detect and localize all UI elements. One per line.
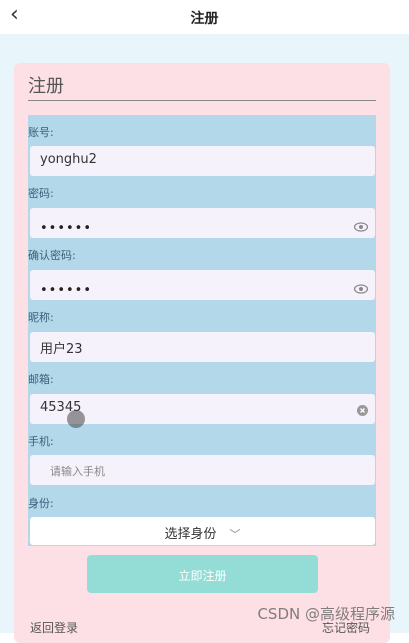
account-input[interactable]: yonghu2	[30, 146, 375, 176]
account-label: 账号:	[28, 126, 54, 139]
page-title: 注册	[190, 11, 219, 27]
phone-label: 手机:	[28, 435, 54, 448]
eye-icon[interactable]	[354, 284, 368, 294]
title-divider	[28, 100, 376, 101]
register-button[interactable]: 立即注册	[87, 555, 318, 593]
register-button-label: 立即注册	[178, 569, 227, 583]
confirm-password-label: 确认密码:	[28, 249, 76, 262]
account-value: yonghu2	[40, 152, 97, 167]
clear-icon[interactable]	[357, 405, 368, 416]
top-nav-bar: ‹ 注册	[0, 0, 409, 34]
eye-icon[interactable]	[354, 222, 368, 232]
confirm-password-value: ••••••	[40, 283, 93, 298]
identity-select-value: 选择身份	[164, 527, 217, 542]
confirm-password-input[interactable]: ••••••	[30, 270, 375, 300]
phone-placeholder: 请输入手机	[50, 465, 105, 478]
email-label: 邮箱:	[28, 373, 54, 386]
chevron-down-icon: ﹀	[229, 528, 241, 541]
nickname-value: 用户23	[40, 342, 83, 357]
touch-cursor-indicator	[67, 410, 85, 428]
card-title: 注册	[28, 76, 64, 97]
watermark: CSDN @高级程序源	[257, 605, 395, 623]
password-value: ••••••	[40, 221, 93, 236]
identity-select[interactable]: 选择身份 ﹀	[30, 517, 375, 545]
nickname-label: 昵称:	[28, 311, 54, 324]
back-to-login-link[interactable]: 返回登录	[30, 619, 78, 636]
identity-label: 身份:	[28, 497, 54, 510]
password-input[interactable]: ••••••	[30, 208, 375, 238]
password-label: 密码:	[28, 187, 54, 200]
phone-input[interactable]: 请输入手机	[30, 455, 375, 485]
nickname-input[interactable]: 用户23	[30, 332, 375, 362]
